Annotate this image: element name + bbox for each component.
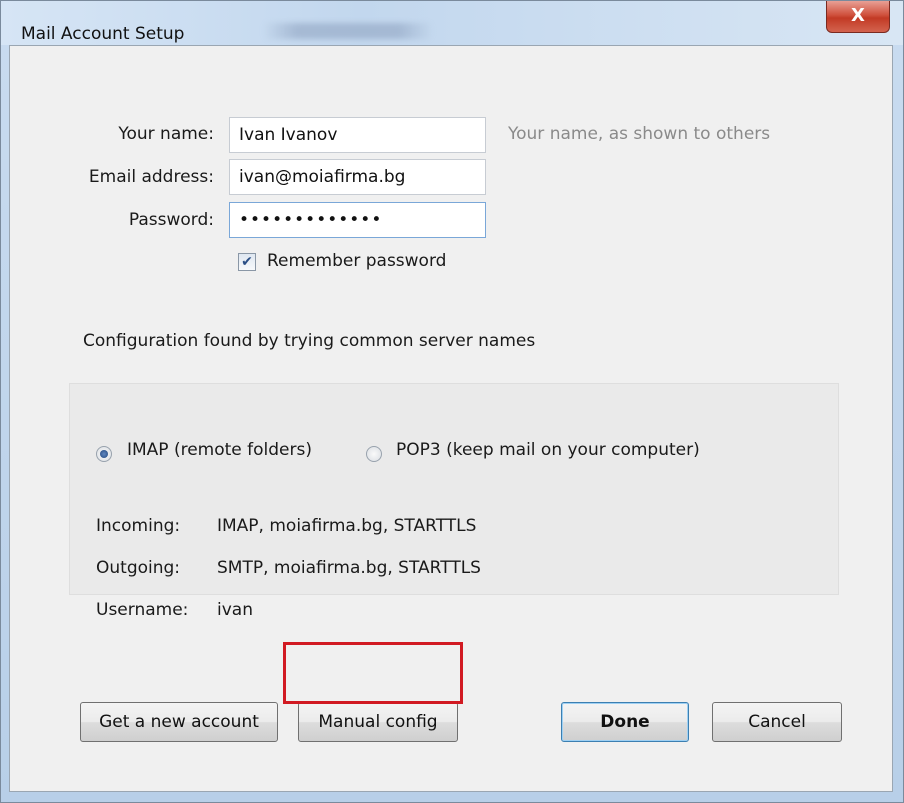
password-label: Password: — [128, 210, 214, 230]
outgoing-value: SMTP, moiafirma.bg, STARTTLS — [217, 558, 481, 578]
manual-config-button[interactable]: Manual config — [298, 702, 458, 742]
username-label: Username: — [96, 600, 189, 620]
cancel-button[interactable]: Cancel — [712, 702, 842, 742]
checkmark-icon: ✔ — [241, 254, 253, 270]
remember-password-checkbox[interactable]: ✔ — [238, 253, 256, 271]
name-input[interactable] — [229, 117, 486, 153]
done-button[interactable]: Done — [561, 702, 689, 742]
remember-password-label: Remember password — [267, 251, 447, 271]
incoming-value: IMAP, moiafirma.bg, STARTTLS — [217, 516, 477, 536]
manual-config-highlight — [283, 642, 463, 704]
radio-selected-dot — [100, 450, 108, 458]
name-label: Your name: — [118, 124, 214, 144]
imap-radio-label[interactable]: IMAP (remote folders) — [127, 440, 312, 460]
background-tab-blur — [263, 23, 433, 39]
pop3-radio-label[interactable]: POP3 (keep mail on your computer) — [396, 440, 700, 460]
get-new-account-button[interactable]: Get a new account — [80, 702, 278, 742]
title-bar: Mail Account Setup X — [1, 1, 903, 45]
username-value: ivan — [217, 600, 253, 620]
email-input[interactable] — [229, 159, 486, 195]
close-icon[interactable]: X — [826, 1, 890, 33]
outgoing-label: Outgoing: — [96, 558, 181, 578]
window-title: Mail Account Setup — [21, 24, 185, 44]
password-input[interactable] — [229, 202, 486, 238]
incoming-label: Incoming: — [96, 516, 181, 536]
imap-radio[interactable] — [96, 446, 112, 462]
name-hint: Your name, as shown to others — [508, 124, 771, 144]
email-label: Email address: — [88, 167, 214, 187]
pop3-radio[interactable] — [366, 446, 382, 462]
config-status-text: Configuration found by trying common ser… — [83, 331, 536, 351]
